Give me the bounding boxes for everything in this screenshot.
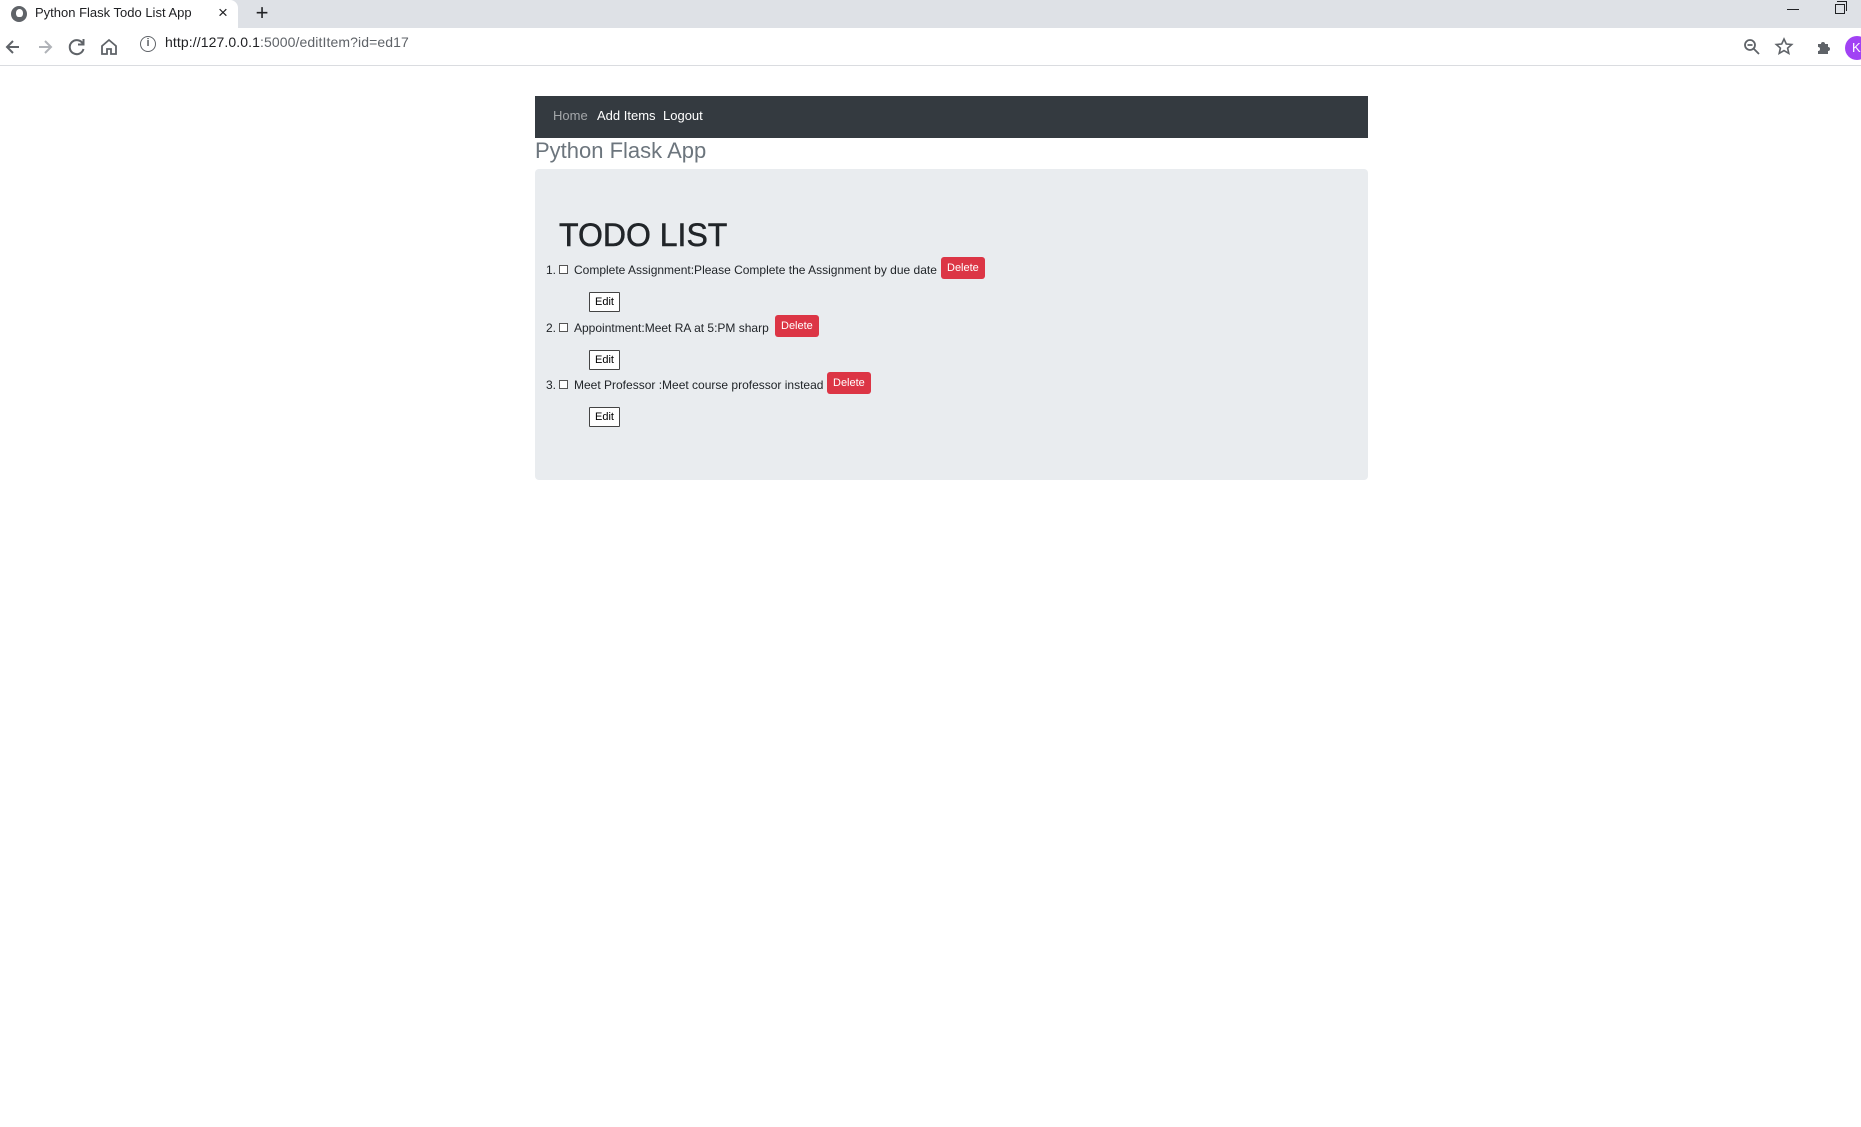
extensions-icon[interactable]: [1811, 34, 1837, 60]
restore-icon[interactable]: [1835, 1, 1847, 14]
nav-add-items-link[interactable]: Add Items: [597, 108, 656, 123]
globe-icon: [11, 6, 27, 22]
todo-number: 2.: [546, 321, 557, 335]
todo-text: Complete Assignment:Please Complete the …: [574, 263, 937, 277]
edit-button[interactable]: Edit: [589, 292, 620, 312]
reload-icon[interactable]: [64, 34, 90, 60]
browser-tab[interactable]: Python Flask Todo List App ×: [0, 0, 238, 28]
close-tab-icon[interactable]: ×: [214, 2, 232, 24]
profile-avatar[interactable]: K: [1845, 36, 1861, 60]
edit-button[interactable]: Edit: [589, 350, 620, 370]
zoom-icon[interactable]: [1739, 34, 1765, 60]
delete-button[interactable]: Delete: [941, 257, 985, 279]
app-title: Python Flask App: [535, 138, 707, 163]
home-icon[interactable]: [96, 34, 122, 60]
bookmark-star-icon[interactable]: [1771, 34, 1797, 60]
site-info-icon[interactable]: i: [140, 36, 156, 52]
todo-heading: TODO LIST: [559, 217, 728, 254]
edit-button[interactable]: Edit: [589, 407, 620, 427]
todo-text: Meet Professor :Meet course professor in…: [574, 378, 824, 392]
todo-checkbox[interactable]: [559, 380, 568, 389]
todo-checkbox[interactable]: [559, 323, 568, 332]
address-bar[interactable]: http://127.0.0.1:5000/editItem?id=ed17: [165, 34, 409, 50]
todo-item: 1. Complete Assignment:Please Complete t…: [535, 257, 1368, 321]
delete-button[interactable]: Delete: [775, 315, 819, 337]
todo-number: 1.: [546, 263, 557, 277]
todo-text: Appointment:Meet RA at 5:PM sharp: [574, 321, 769, 335]
back-icon[interactable]: [0, 34, 26, 60]
delete-button[interactable]: Delete: [827, 372, 871, 394]
todo-item: 2. Appointment:Meet RA at 5:PM sharp Del…: [535, 315, 1368, 379]
browser-tabstrip: Python Flask Todo List App × +: [0, 0, 1861, 28]
todo-panel: TODO LIST 1. Complete Assignment:Please …: [535, 169, 1368, 480]
minimize-icon[interactable]: [1787, 9, 1799, 10]
nav-logout-link[interactable]: Logout: [663, 108, 703, 123]
forward-icon[interactable]: [32, 34, 58, 60]
todo-checkbox[interactable]: [559, 265, 568, 274]
browser-toolbar: i http://127.0.0.1:5000/editItem?id=ed17…: [0, 28, 1861, 66]
new-tab-icon[interactable]: +: [252, 1, 272, 25]
url-path: :5000/editItem?id=ed17: [260, 34, 409, 50]
todo-number: 3.: [546, 378, 557, 392]
tab-title: Python Flask Todo List App: [35, 5, 192, 20]
todo-item: 3. Meet Professor :Meet course professor…: [535, 372, 1368, 436]
url-host: http://127.0.0.1: [165, 34, 261, 50]
navbar: Home Add Items Logout: [535, 96, 1368, 138]
nav-home-link[interactable]: Home: [553, 108, 588, 123]
